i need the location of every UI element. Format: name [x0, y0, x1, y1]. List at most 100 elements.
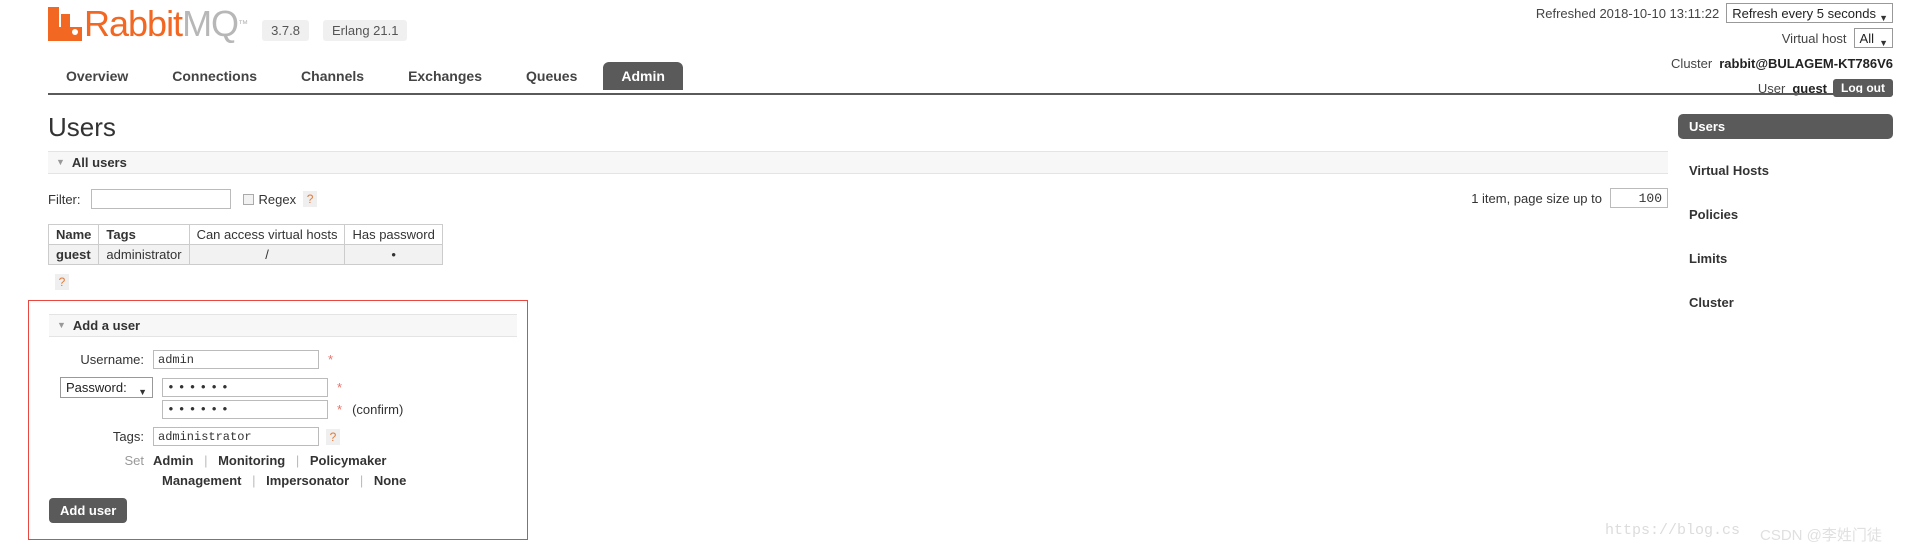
username-input[interactable] — [153, 350, 319, 369]
set-label: Set — [124, 453, 144, 468]
main-navigation-tabs: Overview Connections Channels Exchanges … — [48, 62, 691, 90]
filter-input[interactable] — [90, 189, 231, 209]
password-required-marker: * — [337, 380, 343, 395]
table-help-row: ? — [48, 273, 1668, 291]
cluster-row: Cluster rabbit@BULAGEM-KT786V6 — [1536, 52, 1893, 74]
filter-row: Filter: Regex ? 1 item, page size up to — [48, 188, 1668, 210]
regex-help-icon[interactable]: ? — [303, 191, 318, 207]
tags-row: Tags: ? — [49, 427, 517, 446]
add-user-form: ▼ Add a user Username: * Password: ▼ •••… — [49, 314, 517, 488]
set-tags-row-1: Set Admin | Monitoring | Policymaker — [49, 453, 517, 468]
password-type-value: Password: — [66, 380, 127, 395]
tab-queues[interactable]: Queues — [508, 62, 595, 90]
chevron-down-icon: ▼ — [1879, 38, 1888, 48]
page-size-input[interactable] — [1610, 188, 1668, 208]
user-row: User guest Log out — [1536, 77, 1893, 99]
sidebar-item-cluster[interactable]: Cluster — [1678, 290, 1893, 315]
tag-link-impersonator[interactable]: Impersonator — [266, 473, 349, 488]
tab-channels[interactable]: Channels — [283, 62, 382, 90]
column-header-name[interactable]: Name — [47, 224, 100, 245]
password-confirm-row: •••••• * (confirm) — [49, 400, 517, 419]
chevron-down-icon: ▼ — [138, 387, 147, 397]
cluster-label: Cluster — [1671, 55, 1713, 71]
password-type-select[interactable]: Password: ▼ — [60, 377, 153, 398]
users-table: Name Tags Can access virtual hosts Has p… — [47, 224, 443, 265]
separator: | — [359, 473, 364, 488]
tags-help-icon[interactable]: ? — [326, 428, 340, 445]
tag-preset-links-row2: Management | Impersonator | None — [162, 473, 517, 488]
cell-user-tags: administrator — [98, 244, 190, 265]
column-header-tags[interactable]: Tags — [98, 224, 190, 245]
all-users-section-header[interactable]: ▼ All users — [48, 151, 1668, 174]
tab-overview[interactable]: Overview — [48, 62, 146, 90]
table-header-row: Name Tags Can access virtual hosts Has p… — [47, 224, 443, 245]
sidebar-item-limits[interactable]: Limits — [1678, 246, 1893, 271]
add-user-section-label: Add a user — [72, 318, 141, 333]
separator: | — [204, 453, 208, 468]
password-row: Password: ▼ •••••• * — [49, 377, 517, 398]
chevron-down-icon: ▼ — [1879, 13, 1888, 23]
filter-label: Filter: — [48, 191, 81, 207]
sidebar-item-virtual-hosts[interactable]: Virtual Hosts — [1678, 158, 1893, 183]
refresh-interval-select[interactable]: Refresh every 5 seconds ▼ — [1726, 3, 1893, 23]
pager-label: 1 item, page size up to — [1471, 190, 1602, 206]
password-confirm-required-marker: * — [337, 402, 343, 417]
password-confirm-note: (confirm) — [352, 402, 404, 417]
tag-link-policymaker[interactable]: Policymaker — [310, 453, 387, 468]
regex-checkbox[interactable] — [242, 193, 254, 205]
admin-sidebar: Users Virtual Hosts Policies Limits Clus… — [1678, 114, 1893, 334]
rabbitmq-logo-icon — [48, 7, 82, 41]
tab-exchanges[interactable]: Exchanges — [390, 62, 500, 90]
users-table-help-icon[interactable]: ? — [55, 274, 69, 290]
tags-input[interactable] — [153, 427, 319, 446]
version-badge: 3.7.8 — [262, 19, 309, 41]
watermark-tag: CSDN @李姓门徒 — [1760, 527, 1882, 544]
all-users-section-label: All users — [71, 155, 127, 170]
column-header-vhosts[interactable]: Can access virtual hosts — [188, 224, 346, 245]
tags-label: Tags: — [112, 429, 144, 444]
username-row: Username: * — [49, 350, 517, 369]
triangle-down-icon: ▼ — [57, 320, 66, 330]
brand-rabbit-text: Rabbit — [84, 3, 183, 44]
refresh-row: Refreshed 2018-10-10 13:11:22 Refresh ev… — [1536, 2, 1893, 24]
brand-mq-text: MQ — [182, 3, 239, 44]
vhost-label: Virtual host — [1781, 30, 1847, 46]
tag-preset-links-row1: Admin | Monitoring | Policymaker — [153, 453, 387, 468]
tabs-underline — [48, 93, 1893, 95]
add-user-button[interactable]: Add user — [49, 498, 128, 523]
cell-user-has-password: • — [344, 244, 443, 265]
username-label: Username: — [80, 352, 144, 367]
triangle-down-icon: ▼ — [56, 157, 65, 167]
sidebar-item-policies[interactable]: Policies — [1678, 202, 1893, 227]
cell-user-vhosts: / — [188, 244, 346, 265]
cluster-name: rabbit@BULAGEM-KT786V6 — [1719, 55, 1893, 71]
username-required-marker: * — [328, 352, 334, 367]
tab-admin[interactable]: Admin — [603, 62, 683, 90]
tag-link-admin[interactable]: Admin — [153, 453, 193, 468]
vhost-row: Virtual host All ▼ — [1536, 27, 1893, 49]
add-user-section-header[interactable]: ▼ Add a user — [49, 314, 517, 337]
brand-logo[interactable]: Rabbit MQ ™ 3.7.8 Erlang 21.1 — [48, 3, 408, 44]
tag-link-monitoring[interactable]: Monitoring — [218, 453, 285, 468]
header-status-panel: Refreshed 2018-10-10 13:11:22 Refresh ev… — [1536, 2, 1893, 102]
main-content: Users ▼ All users Filter: Regex ? 1 item… — [47, 112, 1668, 291]
regex-label: Regex — [258, 191, 297, 207]
refreshed-timestamp: Refreshed 2018-10-10 13:11:22 — [1535, 5, 1720, 21]
tab-connections[interactable]: Connections — [154, 62, 275, 90]
trademark-icon: ™ — [238, 18, 249, 30]
tag-link-none[interactable]: None — [374, 473, 407, 488]
column-header-has-password[interactable]: Has password — [344, 224, 443, 245]
tag-link-management[interactable]: Management — [162, 473, 241, 488]
vhost-select[interactable]: All ▼ — [1853, 28, 1893, 48]
vhost-value: All — [1859, 31, 1874, 46]
table-row[interactable]: guest administrator / • — [47, 244, 443, 265]
sidebar-item-users[interactable]: Users — [1678, 114, 1893, 139]
password-confirm-input[interactable]: •••••• — [162, 400, 328, 419]
pager-controls: 1 item, page size up to — [1471, 188, 1668, 208]
add-user-highlight-box: ▼ Add a user Username: * Password: ▼ •••… — [28, 300, 528, 540]
password-input[interactable]: •••••• — [162, 378, 328, 397]
separator: | — [295, 453, 300, 468]
page-title: Users — [48, 112, 116, 142]
separator: | — [252, 473, 256, 488]
cell-user-name[interactable]: guest — [47, 244, 100, 265]
